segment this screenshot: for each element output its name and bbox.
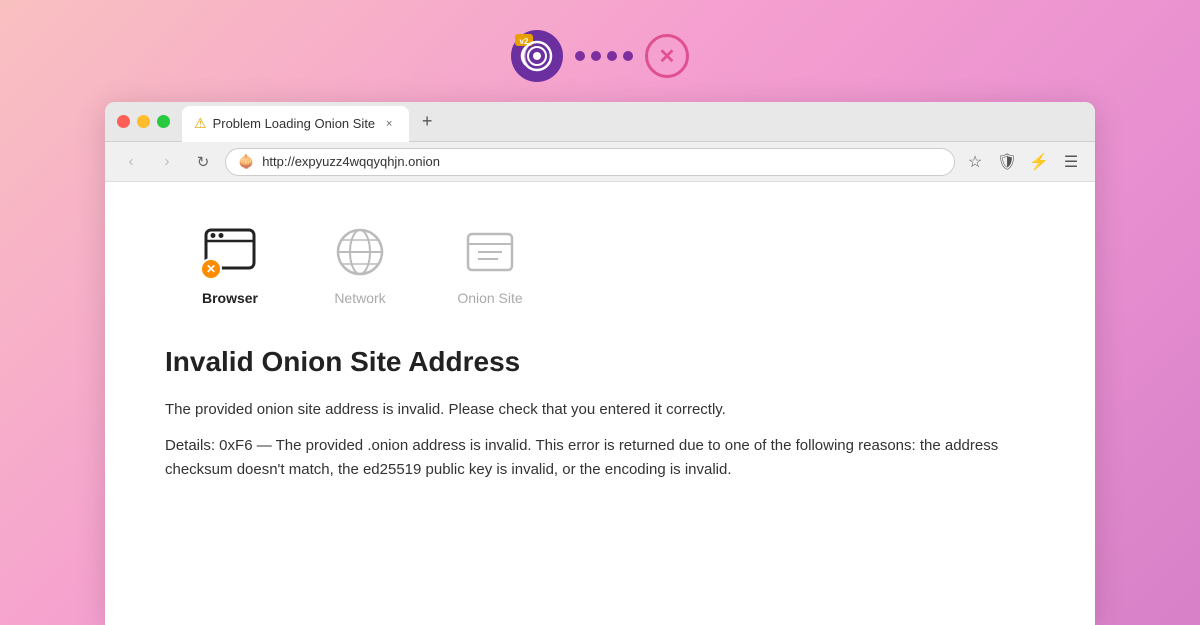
star-icon: ☆ bbox=[968, 152, 982, 172]
network-step-svg bbox=[334, 226, 386, 278]
bookmark-star-button[interactable]: ☆ bbox=[963, 150, 987, 174]
dot-3 bbox=[607, 51, 617, 61]
reload-button[interactable]: ↻ bbox=[189, 148, 217, 176]
address-bar[interactable]: 🧅 http://expyuzz4wqqyqhjn.onion bbox=[225, 148, 955, 176]
nav-right-icons: ☆ 🛡 ⚡ ☰ bbox=[963, 150, 1083, 174]
onion-site-icon: 🧅 bbox=[238, 154, 254, 170]
steps-row: ✕ Browser Network bbox=[165, 222, 1035, 306]
tab-area: ⚠ Problem Loading Onion Site × + bbox=[182, 102, 441, 141]
window-controls bbox=[117, 115, 170, 128]
url-text: http://expyuzz4wqqyqhjn.onion bbox=[262, 154, 942, 169]
step-network: Network bbox=[295, 222, 425, 306]
step-browser: ✕ Browser bbox=[165, 222, 295, 306]
active-tab[interactable]: ⚠ Problem Loading Onion Site × bbox=[182, 106, 409, 142]
step-browser-label: Browser bbox=[202, 290, 258, 306]
back-button[interactable]: ‹ bbox=[117, 148, 145, 176]
error-description: The provided onion site address is inval… bbox=[165, 398, 1035, 422]
tor-browser-icon: v2 bbox=[511, 30, 563, 82]
tab-close-button[interactable]: × bbox=[381, 116, 397, 132]
new-tab-button[interactable]: + bbox=[413, 108, 441, 136]
dot-4 bbox=[623, 51, 633, 61]
network-step-icon-wrap bbox=[330, 222, 390, 282]
forward-button[interactable]: › bbox=[153, 148, 181, 176]
menu-button[interactable]: ☰ bbox=[1059, 150, 1083, 174]
shield-icon: 🛡 bbox=[997, 152, 1017, 172]
back-icon: ‹ bbox=[129, 153, 134, 170]
browser-window: ⚠ Problem Loading Onion Site × + ‹ › ↻ 🧅… bbox=[105, 102, 1095, 625]
error-title: Invalid Onion Site Address bbox=[165, 346, 1035, 378]
extension-button[interactable]: ⚡ bbox=[1027, 150, 1051, 174]
title-bar: ⚠ Problem Loading Onion Site × + bbox=[105, 102, 1095, 142]
shield-button[interactable]: 🛡 bbox=[995, 150, 1019, 174]
dot-2 bbox=[591, 51, 601, 61]
error-details: Details: 0xF6 — The provided .onion addr… bbox=[165, 434, 1035, 482]
tab-warning-icon: ⚠ bbox=[194, 115, 207, 132]
tor-connection-dots bbox=[575, 51, 633, 61]
step-onion-site: Onion Site bbox=[425, 222, 555, 306]
page-content: ✕ Browser Network bbox=[105, 182, 1095, 542]
dot-1 bbox=[575, 51, 585, 61]
step-network-label: Network bbox=[334, 290, 385, 306]
tor-error-x-icon: ✕ bbox=[645, 34, 689, 78]
extension-icon: ⚡ bbox=[1029, 152, 1049, 172]
hamburger-icon: ☰ bbox=[1064, 152, 1078, 172]
step-onion-label: Onion Site bbox=[457, 290, 522, 306]
browser-error-badge: ✕ bbox=[200, 258, 222, 280]
reload-icon: ↻ bbox=[197, 153, 210, 171]
onion-step-icon-wrap bbox=[460, 222, 520, 282]
onion-step-svg bbox=[464, 226, 516, 278]
tab-title: Problem Loading Onion Site bbox=[213, 116, 376, 131]
maximize-window-button[interactable] bbox=[157, 115, 170, 128]
nav-bar: ‹ › ↻ 🧅 http://expyuzz4wqqyqhjn.onion ☆ … bbox=[105, 142, 1095, 182]
tor-header: v2 ✕ bbox=[511, 0, 689, 102]
browser-step-icon-wrap: ✕ bbox=[200, 222, 260, 282]
close-window-button[interactable] bbox=[117, 115, 130, 128]
minimize-window-button[interactable] bbox=[137, 115, 150, 128]
forward-icon: › bbox=[165, 153, 170, 170]
